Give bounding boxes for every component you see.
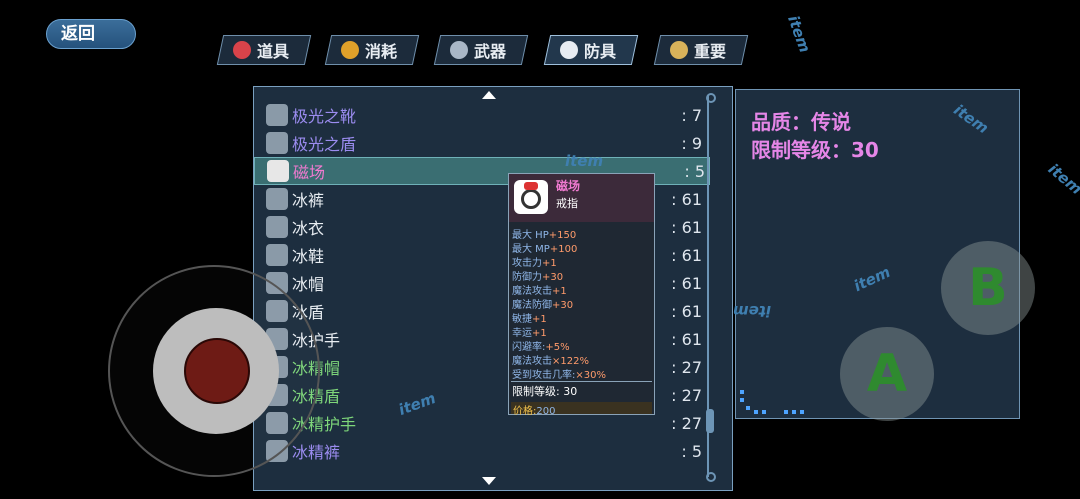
magnifier-icon <box>670 41 688 59</box>
armor-item-icon <box>266 104 288 126</box>
item-name: 冰帽 <box>292 275 325 294</box>
item-name: 极光之盾 <box>292 135 357 154</box>
tooltip-price: 价格:200 <box>511 402 652 417</box>
stat-line: 魔法攻击+1 <box>512 282 567 297</box>
watermark-text: item <box>733 302 772 320</box>
a-button[interactable]: A <box>840 327 934 421</box>
sword-icon <box>450 41 468 59</box>
list-item[interactable]: 冰精裤 : 5 <box>266 437 706 465</box>
stat-line: 攻击力+1 <box>512 254 557 269</box>
item-list-panel: 极光之靴 : 7 极光之盾 : 9 磁场 : 5 冰裤 : 61 冰衣 : 61 冰鞋 : 61 冰帽:… <box>253 86 733 491</box>
armor-item-icon <box>266 132 288 154</box>
stat-line: 防御力+30 <box>512 268 563 283</box>
tab-label: 消耗 <box>365 42 398 61</box>
b-button[interactable]: B <box>941 241 1035 335</box>
item-name: 冰裤 <box>292 191 325 210</box>
tab-2[interactable]: 武器 <box>433 35 529 65</box>
armor-item-icon <box>266 216 288 238</box>
tooltip-level-requirement: 限制等级: 30 <box>512 385 578 398</box>
scrollbar-top-knob <box>706 93 716 103</box>
scroll-thumb[interactable] <box>706 409 714 433</box>
scroll-up-arrow-icon[interactable] <box>482 91 496 99</box>
scroll-down-arrow-icon[interactable] <box>482 477 496 485</box>
tab-0[interactable]: 道具 <box>216 35 312 65</box>
item-count: : 27 <box>671 413 702 433</box>
tab-label: 武器 <box>474 42 507 61</box>
tooltip-item-type: 戒指 <box>556 197 578 210</box>
pixel-dots-decoration <box>740 390 810 414</box>
item-count: : 5 <box>681 441 702 461</box>
item-count: : 61 <box>671 217 702 237</box>
tab-1[interactable]: 消耗 <box>324 35 420 65</box>
item-count: : 27 <box>671 357 702 377</box>
stat-line: 受到攻击几率:×30% <box>512 366 606 381</box>
scrollbar-bottom-knob <box>706 472 716 482</box>
tab-label: 道具 <box>257 42 290 61</box>
list-item[interactable]: 极光之盾 : 9 <box>266 129 706 157</box>
stat-line: 幸运+1 <box>512 324 547 339</box>
quality-text: 品质：传说 <box>751 110 851 134</box>
back-button[interactable]: 返回 <box>46 19 136 49</box>
stat-value: ×30% <box>575 370 606 381</box>
stat-value: +30 <box>552 300 574 311</box>
potion-icon <box>233 41 251 59</box>
stat-line: 最大 HP+150 <box>512 226 576 241</box>
item-name: 磁场 <box>293 163 326 182</box>
watermark-text: item <box>1044 159 1080 199</box>
stat-line: 闪避率:+5% <box>512 338 570 353</box>
item-name: 冰精裤 <box>292 443 341 462</box>
item-count: : 61 <box>671 189 702 209</box>
stat-line: 魔法防御+30 <box>512 296 573 311</box>
item-count: : 61 <box>671 301 702 321</box>
tab-label: 重要 <box>694 42 727 61</box>
stat-line: 魔法攻击×122% <box>512 352 589 367</box>
stat-label: 受到攻击几率: <box>512 370 576 381</box>
stat-line: 敏捷+1 <box>512 310 547 325</box>
ring-icon <box>514 180 548 214</box>
item-name: 冰衣 <box>292 219 325 238</box>
armor-item-icon <box>266 244 288 266</box>
item-name: 冰鞋 <box>292 247 325 266</box>
tooltip-header: 磁场 戒指 <box>509 174 654 222</box>
item-count: : 27 <box>671 385 702 405</box>
item-tooltip: 磁场 戒指 最大 HP+150 最大 MP+100 攻击力+1 防御力+30 魔法攻击+… <box>508 173 655 417</box>
armor-item-icon <box>266 188 288 210</box>
fruit-icon <box>341 41 359 59</box>
list-item[interactable]: 极光之靴 : 7 <box>266 101 706 129</box>
item-count: : 61 <box>671 245 702 265</box>
tab-3[interactable]: 防具 <box>543 35 639 65</box>
stat-line: 最大 MP+100 <box>512 240 577 255</box>
item-count: : 7 <box>681 105 702 125</box>
joystick-knob[interactable] <box>184 338 250 404</box>
tab-label: 防具 <box>584 42 617 61</box>
item-count: : 61 <box>671 329 702 349</box>
tab-4[interactable]: 重要 <box>653 35 749 65</box>
item-count: : 5 <box>684 161 705 181</box>
armor-icon <box>560 41 578 59</box>
item-name: 极光之靴 <box>292 107 357 126</box>
price-value: 200 <box>536 406 556 417</box>
item-count: : 61 <box>671 273 702 293</box>
watermark-text: item <box>784 13 815 55</box>
armor-item-icon <box>267 160 289 182</box>
tooltip-item-name: 磁场 <box>556 179 581 193</box>
price-label: 价格: <box>513 406 537 417</box>
level-requirement-text: 限制等级：30 <box>751 138 879 162</box>
watermark-text: item <box>565 152 604 170</box>
item-count: : 9 <box>681 133 702 153</box>
